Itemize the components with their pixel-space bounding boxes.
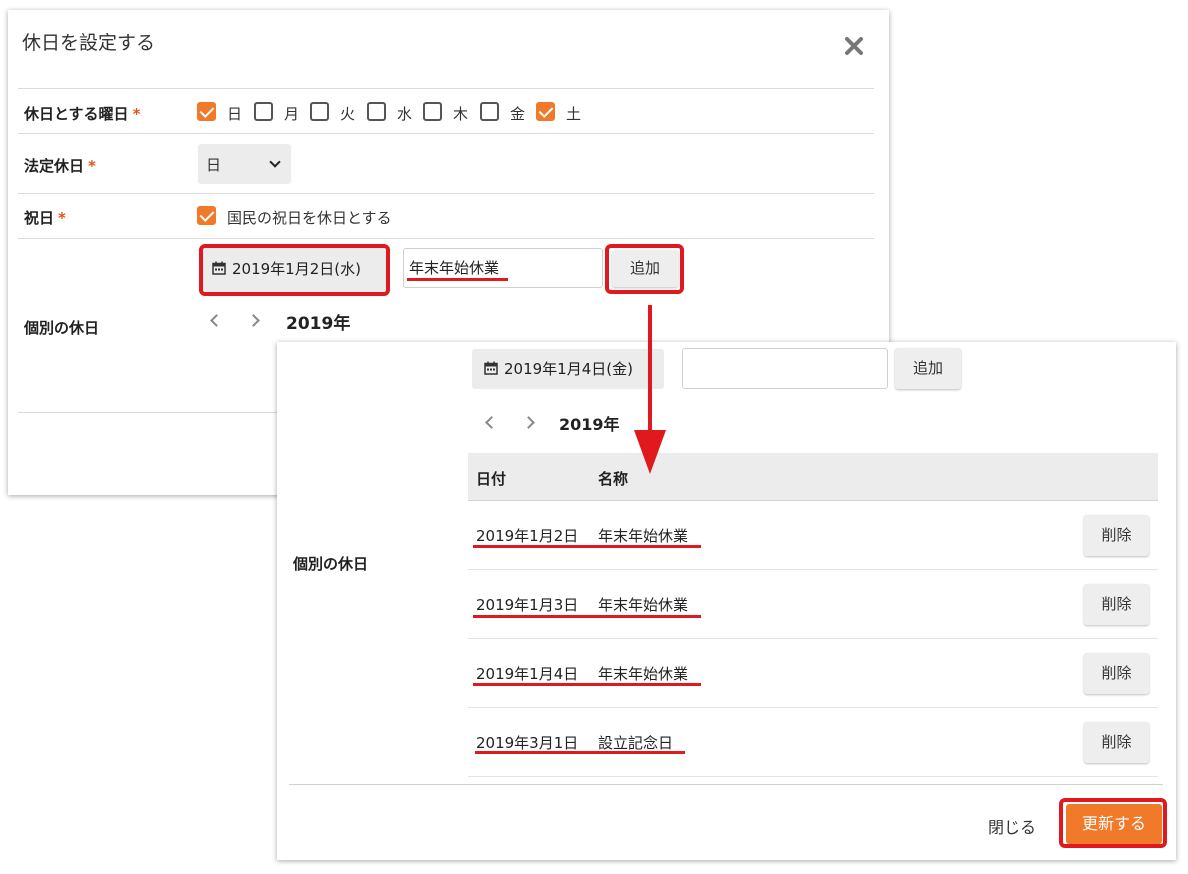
annotation-arrow (634, 305, 666, 474)
